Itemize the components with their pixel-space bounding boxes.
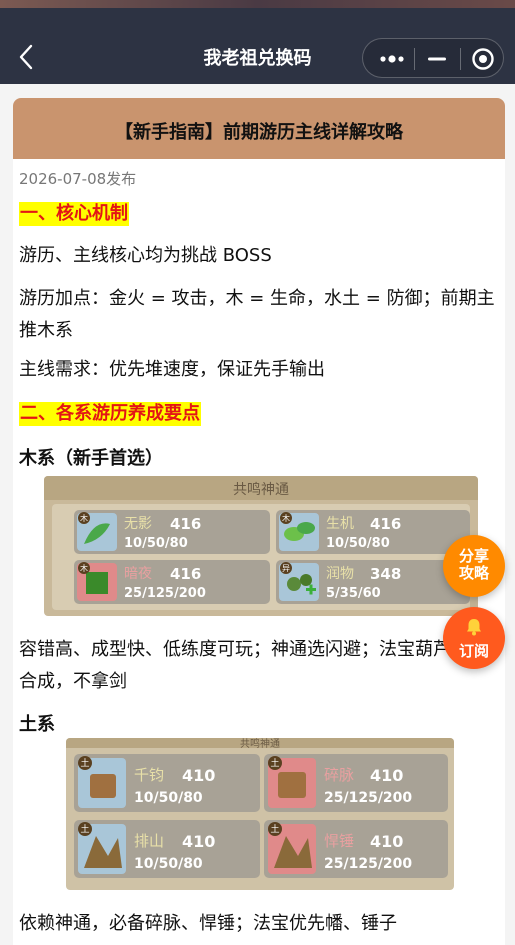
minimize-icon: [428, 57, 446, 61]
article-title: 【新手指南】前期游历主线详解攻略: [115, 122, 403, 143]
skill-element: 土: [80, 823, 89, 835]
paragraph: 容错高、成型快、低练度可玩；神通选闪避；法宝葫芦子不合成，不拿剑: [19, 639, 487, 692]
skill-level: 410: [182, 766, 215, 785]
paragraph: 依赖神通，必备碎脉、悍锤；法宝优先幡、锤子: [19, 913, 397, 934]
skill-element: 土: [80, 757, 89, 769]
skill-progress: 25/125/200: [324, 856, 412, 872]
share-guide-button[interactable]: 分享 攻略: [443, 535, 505, 597]
skill-name: 碎脉: [324, 766, 354, 784]
paragraph: 游历、主线核心均为挑战 BOSS: [19, 245, 272, 266]
skill-level: 416: [370, 515, 401, 533]
skill-slot: 木 暗夜 416 25/125/200: [74, 560, 270, 604]
skill-progress: 10/50/80: [326, 536, 390, 551]
skill-level: 416: [170, 565, 201, 583]
article-card: 【新手指南】前期游历主线详解攻略 2026-07-08发布 一、核心机制 游历、…: [13, 98, 505, 945]
skill-slot: 异 润物 348 5/35/60: [276, 560, 470, 604]
mini-program-capsule: [362, 38, 504, 78]
subheading-earth: 土系: [19, 714, 55, 735]
capsule-divider: [460, 48, 461, 70]
wood-skills-image: 共鸣神通 木 无影 416 10/50/80 木 生机 416 10/50/80…: [44, 476, 478, 616]
skill-element: 异: [282, 564, 290, 573]
skill-progress: 25/125/200: [324, 790, 412, 806]
share-label-line1: 分享: [458, 547, 489, 565]
minimize-button[interactable]: [425, 49, 449, 69]
skill-level: 410: [370, 832, 403, 851]
skill-progress: 10/50/80: [134, 790, 203, 806]
skill-element: 土: [270, 823, 279, 835]
skill-slot: 土 悍锤 410 25/125/200: [264, 820, 448, 878]
share-label-line2: 攻略: [458, 564, 489, 582]
target-close-icon: [472, 48, 494, 70]
bell-icon: [467, 619, 481, 636]
skill-element: 土: [270, 757, 279, 769]
skill-element: 木: [80, 563, 88, 573]
subheading-wood: 木系（新手首选）: [19, 448, 163, 469]
skill-element: 木: [282, 513, 290, 523]
skill-name: 无影: [124, 516, 152, 532]
subscribe-button[interactable]: 订阅: [443, 607, 505, 669]
skill-name: 润物: [326, 566, 354, 582]
earth-skills-image: 共鸣神通 土 千钧 410 10/50/80 土 碎脉 410 25/125/2…: [66, 738, 454, 890]
skill-progress: 10/50/80: [134, 856, 203, 872]
section-heading-core: 一、核心机制: [19, 202, 129, 226]
skill-progress: 25/125/200: [124, 586, 206, 601]
skill-slot: 木 无影 416 10/50/80: [74, 510, 270, 554]
skill-name: 悍锤: [324, 832, 354, 850]
skill-progress: 5/35/60: [326, 586, 381, 601]
skill-level: 348: [370, 565, 401, 583]
skill-level: 410: [182, 832, 215, 851]
subscribe-label: 订阅: [458, 642, 489, 660]
image-banner: 共鸣神通: [233, 481, 289, 498]
skill-element: 木: [80, 513, 88, 523]
skill-name: 生机: [326, 516, 354, 532]
skill-slot: 土 碎脉 410 25/125/200: [264, 754, 448, 812]
capsule-divider: [414, 48, 415, 70]
skill-name: 暗夜: [124, 566, 152, 582]
status-strip: [0, 0, 515, 8]
publish-date: 2026-07-08发布: [19, 170, 137, 188]
more-button[interactable]: [377, 49, 407, 69]
skill-slot: 土 千钧 410 10/50/80: [74, 754, 260, 812]
skill-progress: 10/50/80: [124, 536, 188, 551]
image-banner: 共鸣神通: [240, 738, 280, 750]
paragraph: 游历加点：金火 = 攻击，木 = 生命，水土 = 防御；前期主推木系: [19, 288, 495, 341]
skill-name: 排山: [134, 832, 164, 850]
close-button[interactable]: [471, 47, 495, 71]
more-dots-icon: [380, 55, 404, 63]
skill-slot: 土 排山 410 10/50/80: [74, 820, 260, 878]
skill-slot: 木 生机 416 10/50/80: [276, 510, 470, 554]
navigation-bar: 我老祖兑换码: [0, 0, 515, 84]
article-header: 【新手指南】前期游历主线详解攻略: [13, 98, 505, 159]
skill-level: 416: [170, 515, 201, 533]
skill-level: 410: [370, 766, 403, 785]
section-heading-growth: 二、各系游历养成要点: [19, 402, 201, 426]
skill-name: 千钧: [134, 766, 164, 784]
paragraph: 主线需求：优先堆速度，保证先手输出: [19, 359, 325, 380]
